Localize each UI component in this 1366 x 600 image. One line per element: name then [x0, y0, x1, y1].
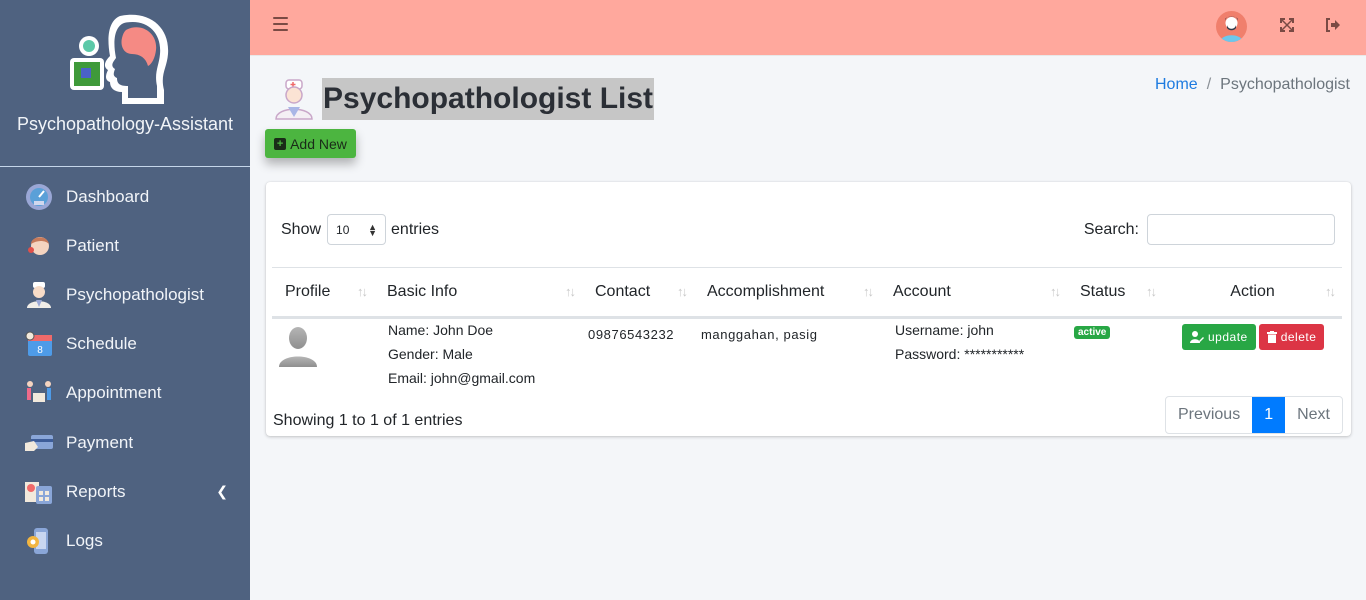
sort-icon: ↑↓ — [677, 284, 688, 299]
logs-icon — [24, 526, 54, 556]
show-label: Show — [281, 220, 322, 238]
svg-text:8: 8 — [37, 345, 43, 356]
action-cell: update delete — [1182, 321, 1325, 350]
brand-name: Psychopathology-Assistant — [16, 114, 234, 134]
sidebar-item-appointment[interactable]: Appointment — [0, 369, 250, 418]
payment-card-icon — [24, 428, 54, 458]
topbar — [250, 0, 1366, 56]
sidebar-item-label: Logs — [66, 530, 103, 550]
search-control: Search: — [1084, 214, 1335, 245]
column-header-profile[interactable]: Profile ↑↓ — [272, 267, 374, 319]
sort-icon: ↑↓ — [863, 284, 874, 299]
status-cell: active — [1074, 318, 1111, 340]
update-button[interactable]: update — [1182, 324, 1256, 350]
sidebar-item-label: Dashboard — [66, 186, 150, 206]
doctor-icon — [275, 79, 313, 120]
sidebar-item-label: Payment — [66, 432, 134, 452]
sidebar-item-reports[interactable]: Reports ❮ — [0, 467, 250, 516]
sidebar-item-label: Reports — [66, 481, 126, 501]
expand-icon[interactable] — [1280, 18, 1294, 37]
page-title: Psychopathologist List — [322, 78, 655, 120]
status-badge: active — [1074, 326, 1111, 339]
trash-icon — [1266, 331, 1277, 343]
brand[interactable]: Psychopathology-Assistant — [0, 0, 250, 167]
reports-icon — [24, 477, 54, 507]
sidebar-nav: Dashboard Patient Psychopathologist 8 Sc… — [0, 167, 250, 566]
password-text: Password: *********** — [895, 346, 1025, 362]
sort-icon: ↑↓ — [357, 284, 368, 299]
sidebar-item-payment[interactable]: Payment — [0, 418, 250, 467]
sidebar: Psychopathology-Assistant Dashboard Pati… — [0, 0, 250, 600]
sidebar-item-logs[interactable]: Logs — [0, 516, 250, 565]
column-header-action[interactable]: Action ↑↓ — [1163, 267, 1342, 319]
calendar-icon: 8 — [24, 329, 54, 359]
accomplishment-text: manggahan, pasig — [701, 327, 818, 342]
user-avatar[interactable] — [1216, 11, 1247, 42]
doctor-icon — [24, 280, 54, 310]
user-edit-icon — [1190, 331, 1204, 343]
sort-icon: ↑↓ — [1050, 284, 1061, 299]
sort-icon: ↑↓ — [1325, 284, 1336, 299]
table-header-row: Profile ↑↓ Basic Info ↑↓ Contact ↑↓ Accompl… — [272, 267, 1342, 319]
add-new-button[interactable]: + Add New — [265, 129, 356, 158]
appointment-icon — [24, 378, 54, 408]
breadcrumb-current: Psychopathologist — [1220, 76, 1350, 93]
entries-label: entries — [391, 220, 440, 238]
account-info: Username: john Password: *********** — [895, 318, 1024, 366]
column-header-accomplishment[interactable]: Accomplishment ↑↓ — [694, 267, 880, 319]
gender-text: Gender: Male — [388, 346, 473, 362]
sidebar-item-dashboard[interactable]: Dashboard — [0, 172, 250, 221]
sidebar-item-label: Patient — [66, 235, 119, 255]
username-text: Username: john — [895, 322, 994, 338]
sidebar-item-label: Schedule — [66, 334, 137, 354]
patient-icon — [24, 231, 54, 261]
column-header-account[interactable]: Account ↑↓ — [880, 267, 1067, 319]
sort-icon: ↑↓ — [1146, 284, 1157, 299]
contact-text: 09876543232 — [588, 327, 675, 342]
basic-info: Name: John Doe Gender: Male Email: john@… — [388, 318, 535, 390]
previous-page-button[interactable]: Previous — [1166, 397, 1252, 433]
page-length-control: Show 10 ▲ ▼ entries — [281, 214, 439, 245]
page-header: Psychopathologist List — [274, 78, 655, 120]
plus-square-icon: + — [274, 137, 287, 150]
name-text: Name: John Doe — [388, 322, 494, 338]
breadcrumb: Home / Psychopathologist — [1155, 76, 1350, 94]
search-label: Search: — [1083, 220, 1139, 238]
column-header-contact[interactable]: Contact ↑↓ — [582, 267, 694, 319]
page-length-value: 10 — [336, 222, 350, 237]
select-arrows-icon: ▲ ▼ — [368, 221, 378, 238]
dashboard-gauge-icon — [24, 182, 54, 212]
column-header-status[interactable]: Status ↑↓ — [1067, 267, 1163, 319]
page-1-button[interactable]: 1 — [1252, 397, 1286, 433]
profile-placeholder-icon — [279, 327, 317, 367]
column-header-basic-info[interactable]: Basic Info ↑↓ — [374, 267, 582, 319]
breadcrumb-home-link[interactable]: Home — [1155, 76, 1198, 93]
hamburger-icon[interactable] — [273, 17, 288, 31]
search-input[interactable] — [1147, 214, 1335, 245]
sidebar-item-schedule[interactable]: 8 Schedule — [0, 320, 250, 369]
add-new-label: Add New — [290, 135, 347, 152]
sort-icon: ↑↓ — [565, 284, 576, 299]
profile-cell — [272, 318, 374, 371]
pagination: Previous 1 Next — [1164, 396, 1343, 434]
psychopathologist-table-card: Show 10 ▲ ▼ entries Search: Profile ↑↓ Bas… — [266, 182, 1351, 436]
chevron-left-icon[interactable]: ❮ — [216, 483, 228, 500]
logout-icon[interactable] — [1325, 18, 1341, 37]
breadcrumb-separator: / — [1206, 76, 1212, 93]
sidebar-item-psychopathologist[interactable]: Psychopathologist — [0, 270, 250, 319]
brain-head-logo-icon — [70, 14, 169, 105]
delete-button[interactable]: delete — [1258, 324, 1325, 350]
sidebar-item-label: Appointment — [66, 383, 162, 403]
next-page-button[interactable]: Next — [1285, 397, 1342, 433]
page-length-select[interactable]: 10 ▲ ▼ — [327, 214, 387, 245]
table-info: Showing 1 to 1 of 1 entries — [273, 412, 463, 429]
email-text: Email: john@gmail.com — [388, 370, 536, 386]
sidebar-item-label: Psychopathologist — [66, 284, 204, 304]
sidebar-item-patient[interactable]: Patient — [0, 221, 250, 270]
